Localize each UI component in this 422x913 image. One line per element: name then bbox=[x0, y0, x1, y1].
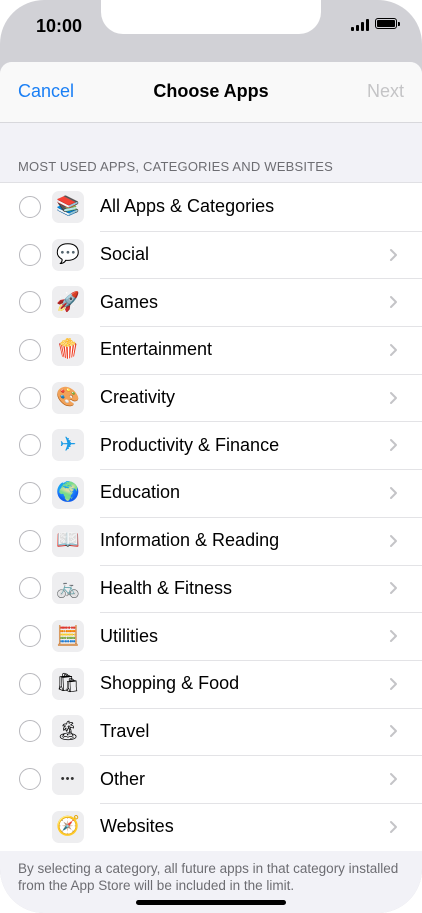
status-bar: 10:00 bbox=[0, 0, 422, 62]
chevron-right-icon bbox=[390, 248, 397, 261]
list-item[interactable]: 🏝 Travel bbox=[0, 707, 422, 756]
row-separator bbox=[100, 802, 422, 804]
globe-icon: 🌍 bbox=[52, 476, 84, 509]
open-book-icon: 📖 bbox=[52, 524, 84, 557]
row-separator bbox=[100, 326, 422, 328]
list-item[interactable]: 📖 Information & Reading bbox=[0, 516, 422, 565]
list-item[interactable]: ✈ Productivity & Finance bbox=[0, 421, 422, 469]
next-button[interactable]: Next bbox=[367, 81, 404, 102]
list-item-label: Other bbox=[100, 768, 146, 789]
popcorn-icon: 🍿 bbox=[52, 333, 84, 366]
list-item[interactable]: ••• Other bbox=[0, 755, 422, 803]
row-separator bbox=[100, 516, 422, 518]
list-item-label: Websites bbox=[100, 816, 174, 837]
list-item-label: Shopping & Food bbox=[100, 673, 240, 694]
list-item-label: Creativity bbox=[100, 387, 176, 408]
chevron-right-icon bbox=[390, 296, 397, 309]
row-separator bbox=[100, 278, 422, 280]
stack-layers-icon: 📚 bbox=[52, 190, 84, 223]
list-item[interactable]: 🍿 Entertainment bbox=[0, 326, 422, 374]
footer-note: By selecting a category, all future apps… bbox=[18, 860, 399, 893]
calculator-icon: 🧮 bbox=[52, 620, 84, 653]
notch bbox=[101, 0, 321, 34]
row-separator bbox=[100, 564, 422, 566]
chevron-right-icon bbox=[390, 343, 397, 356]
chevron-right-icon bbox=[390, 820, 397, 833]
list-item-label: Information & Reading bbox=[100, 530, 280, 551]
paint-palette-icon: 🎨 bbox=[52, 381, 84, 414]
list-item-label: Education bbox=[100, 482, 181, 503]
list-item[interactable]: 🧭 Websites bbox=[0, 802, 422, 851]
paper-plane-icon: ✈ bbox=[52, 429, 84, 462]
bicycle-icon: 🚲 bbox=[52, 572, 84, 605]
chevron-right-icon bbox=[390, 630, 397, 643]
radio-button[interactable] bbox=[19, 338, 41, 361]
radio-button[interactable] bbox=[19, 768, 41, 791]
ellipsis-icon: ••• bbox=[52, 763, 84, 796]
list-item-label: Games bbox=[100, 291, 159, 312]
list-item[interactable]: 🛍 Shopping & Food bbox=[0, 659, 422, 708]
list-item[interactable]: 🧮 Utilities bbox=[0, 612, 422, 660]
radio-button[interactable] bbox=[19, 720, 41, 743]
chevron-right-icon bbox=[390, 439, 397, 452]
row-separator bbox=[100, 659, 422, 661]
list-item-label: Productivity & Finance bbox=[100, 434, 280, 455]
row-separator bbox=[100, 707, 422, 709]
radio-button[interactable] bbox=[19, 195, 41, 218]
speech-bubble-heart-icon: 💬 bbox=[52, 238, 84, 271]
list-item-label: Health & Fitness bbox=[100, 577, 233, 598]
compass-icon: 🧭 bbox=[52, 810, 84, 843]
radio-button[interactable] bbox=[19, 529, 41, 552]
list-item-label: Travel bbox=[100, 720, 150, 741]
chevron-right-icon bbox=[390, 677, 397, 690]
radio-button[interactable] bbox=[19, 625, 41, 648]
chevron-right-icon bbox=[390, 534, 397, 547]
phone-frame: 10:00 Cancel Choose Apps Next MOST USED … bbox=[0, 0, 422, 913]
row-separator bbox=[100, 469, 422, 471]
rocket-icon: 🚀 bbox=[52, 286, 84, 319]
radio-button[interactable] bbox=[19, 577, 41, 600]
radio-button[interactable] bbox=[19, 434, 41, 457]
battery-icon bbox=[375, 18, 400, 29]
page-title: Choose Apps bbox=[153, 81, 269, 101]
row-separator bbox=[100, 373, 422, 375]
cellular-signal-icon bbox=[351, 19, 369, 31]
list-item[interactable]: 💬 Social bbox=[0, 230, 422, 279]
shopping-bag-icon: 🛍 bbox=[52, 667, 84, 700]
row-separator bbox=[100, 612, 422, 614]
radio-button[interactable] bbox=[19, 243, 41, 266]
chevron-right-icon bbox=[390, 773, 397, 786]
list-item[interactable]: 🌍 Education bbox=[0, 469, 422, 517]
list-item[interactable]: 🚲 Health & Fitness bbox=[0, 564, 422, 613]
chevron-right-icon bbox=[390, 582, 397, 595]
list-item-label: All Apps & Categories bbox=[100, 196, 275, 217]
section-header: MOST USED APPS, CATEGORIES AND WEBSITES bbox=[18, 159, 334, 174]
list-item[interactable]: 🎨 Creativity bbox=[0, 373, 422, 422]
list-item[interactable]: 📚 All Apps & Categories bbox=[0, 183, 422, 231]
radio-button[interactable] bbox=[19, 386, 41, 409]
chevron-right-icon bbox=[390, 486, 397, 499]
palm-island-icon: 🏝 bbox=[52, 715, 84, 748]
navigation-bar: Cancel Choose Apps Next bbox=[0, 62, 422, 123]
radio-button[interactable] bbox=[19, 672, 41, 695]
row-separator bbox=[100, 230, 422, 232]
chevron-right-icon bbox=[390, 391, 397, 404]
radio-button[interactable] bbox=[19, 481, 41, 504]
list-item-label: Utilities bbox=[100, 625, 159, 646]
list-item-label: Social bbox=[100, 244, 150, 265]
chevron-right-icon bbox=[390, 725, 397, 738]
row-separator bbox=[100, 755, 422, 757]
home-indicator[interactable] bbox=[136, 900, 286, 905]
row-separator bbox=[100, 421, 422, 423]
radio-button[interactable] bbox=[19, 291, 41, 314]
status-time: 10:00 bbox=[36, 16, 83, 36]
list-item[interactable]: 🚀 Games bbox=[0, 278, 422, 326]
list-item-label: Entertainment bbox=[100, 339, 213, 360]
category-list: 📚 All Apps & Categories 💬 Social 🚀 Games 🍿 Ente… bbox=[0, 182, 422, 851]
choose-apps-sheet: Cancel Choose Apps Next MOST USED APPS, … bbox=[0, 62, 422, 913]
